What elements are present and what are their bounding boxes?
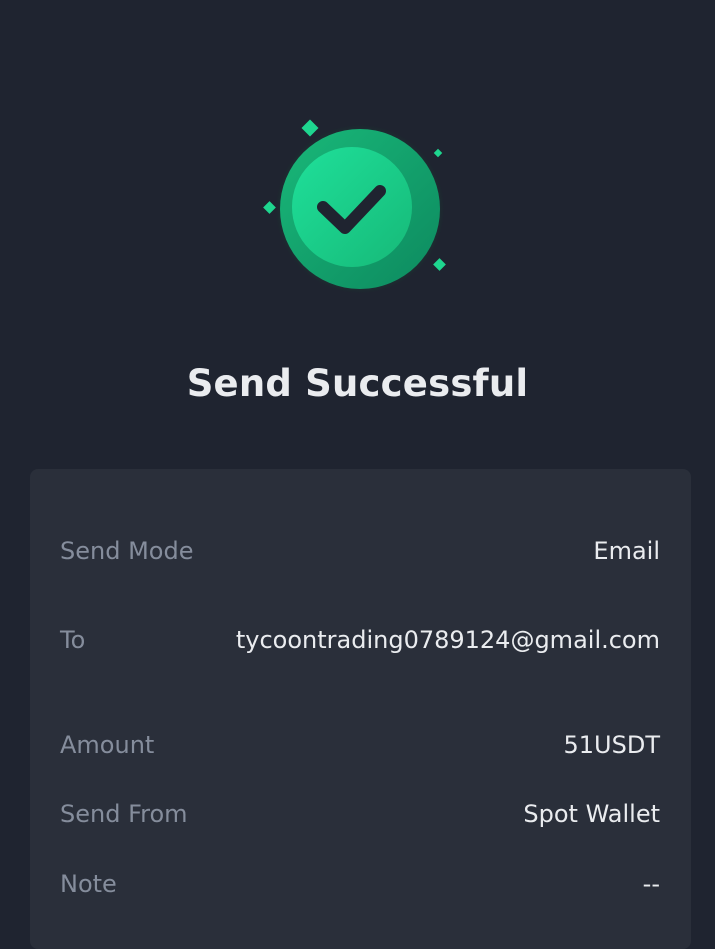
check-circle-icon: [263, 119, 446, 293]
detail-row-to: To tycoontrading0789124@gmail.com: [60, 620, 660, 660]
send-mode-value: Email: [593, 537, 660, 565]
success-illustration: [250, 110, 460, 300]
to-label: To: [60, 626, 86, 654]
detail-row-amount: Amount 51USDT: [60, 725, 660, 765]
send-mode-label: Send Mode: [60, 537, 194, 565]
note-label: Note: [60, 870, 117, 898]
amount-value: 51USDT: [563, 731, 660, 759]
recipient-email-value: tycoontrading0789124@gmail.com: [235, 626, 660, 654]
detail-row-send-from: Send From Spot Wallet: [60, 794, 660, 834]
transfer-details-card: Send Mode Email To tycoontrading0789124@…: [30, 469, 691, 949]
send-from-value: Spot Wallet: [523, 800, 660, 828]
amount-label: Amount: [60, 731, 155, 759]
page-title: Send Successful: [186, 362, 529, 405]
note-value: --: [642, 870, 660, 898]
detail-row-note: Note --: [60, 864, 660, 904]
send-from-label: Send From: [60, 800, 188, 828]
detail-row-send-mode: Send Mode Email: [60, 531, 660, 571]
